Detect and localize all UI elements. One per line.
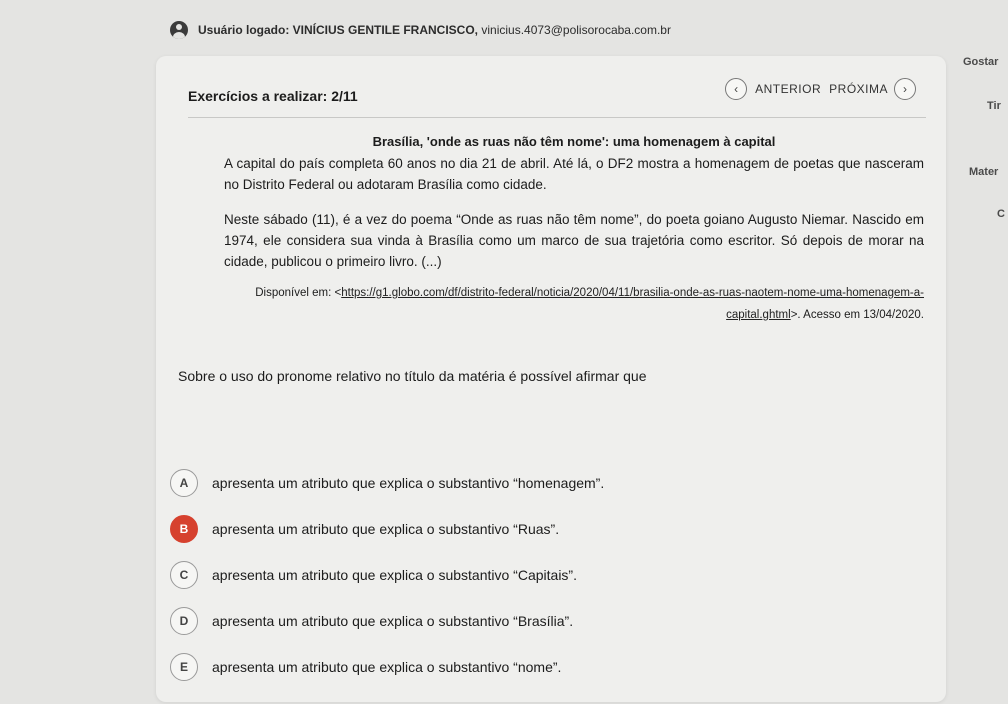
option-letter[interactable]: C — [170, 561, 198, 589]
option-letter[interactable]: E — [170, 653, 198, 681]
source-prefix: Disponível em: < — [255, 287, 342, 299]
article-paragraph-2: Neste sábado (11), é a vez do poema “Ond… — [224, 212, 924, 269]
right-sidebar: Gostar Tir Mater C — [955, 0, 1008, 704]
option-text[interactable]: apresenta um atributo que explica o subs… — [212, 659, 561, 675]
option-text[interactable]: apresenta um atributo que explica o subs… — [212, 521, 559, 537]
sidebar-item-c[interactable]: C — [997, 208, 1005, 220]
user-bar: Usuário logado: VINÍCIUS GENTILE FRANCIS… — [170, 16, 671, 44]
exercise-card: Exercícios a realizar: 2/11 ‹ ANTERIOR P… — [156, 56, 946, 702]
answer-options: A apresenta um atributo que explica o su… — [170, 460, 604, 690]
option-c[interactable]: C apresenta um atributo que explica o su… — [170, 552, 604, 598]
next-label[interactable]: PRÓXIMA — [829, 82, 888, 96]
card-header: Exercícios a realizar: 2/11 ‹ ANTERIOR P… — [188, 78, 926, 118]
article-source: Disponível em: <https://g1.globo.com/df/… — [224, 282, 924, 326]
option-e[interactable]: E apresenta um atributo que explica o su… — [170, 644, 604, 690]
question-text: Sobre o uso do pronome relativo no títul… — [178, 368, 647, 384]
chevron-left-icon: ‹ — [734, 82, 739, 96]
article: Brasília, 'onde as ruas não têm nome': u… — [224, 134, 924, 326]
option-letter[interactable]: B — [170, 515, 198, 543]
option-text[interactable]: apresenta um atributo que explica o subs… — [212, 567, 577, 583]
sidebar-item-gostar[interactable]: Gostar — [963, 56, 998, 68]
chevron-right-icon: › — [903, 82, 907, 96]
article-title: Brasília, 'onde as ruas não têm nome': u… — [372, 134, 776, 149]
sidebar-item-mater[interactable]: Mater — [969, 166, 998, 178]
article-paragraph-1: A capital do país completa 60 anos no di… — [224, 156, 924, 192]
option-letter[interactable]: A — [170, 469, 198, 497]
user-info: Usuário logado: VINÍCIUS GENTILE FRANCIS… — [198, 23, 671, 37]
source-suffix: >. Acesso em 13/04/2020. — [790, 309, 924, 321]
option-b[interactable]: B apresenta um atributo que explica o su… — [170, 506, 604, 552]
sidebar-item-tir[interactable]: Tir — [987, 100, 1001, 112]
previous-button[interactable]: ‹ — [725, 78, 748, 100]
exercise-counter: Exercícios a realizar: 2/11 — [188, 88, 358, 104]
user-email: vinicius.4073@polisorocaba.com.br — [481, 23, 671, 37]
navigation: ‹ ANTERIOR PRÓXIMA › — [725, 78, 916, 100]
option-letter[interactable]: D — [170, 607, 198, 635]
option-text[interactable]: apresenta um atributo que explica o subs… — [212, 613, 573, 629]
next-group[interactable]: PRÓXIMA › — [829, 78, 916, 100]
next-button[interactable]: › — [894, 78, 916, 100]
user-icon — [170, 21, 188, 39]
option-d[interactable]: D apresenta um atributo que explica o su… — [170, 598, 604, 644]
user-label: Usuário logado: VINÍCIUS GENTILE FRANCIS… — [198, 23, 479, 37]
option-a[interactable]: A apresenta um atributo que explica o su… — [170, 460, 604, 506]
option-text[interactable]: apresenta um atributo que explica o subs… — [212, 475, 604, 491]
previous-label[interactable]: ANTERIOR — [755, 82, 821, 96]
